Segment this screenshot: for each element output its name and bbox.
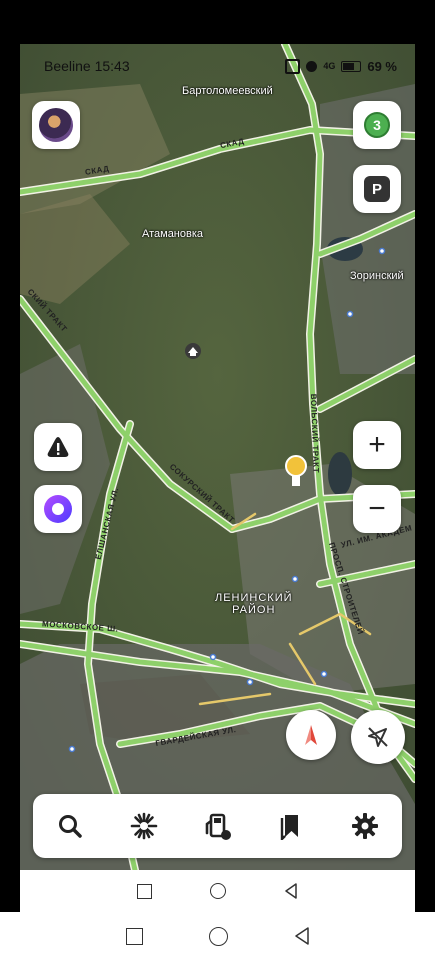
carrier-time: Beeline 15:43 (44, 58, 130, 74)
compass-button[interactable] (286, 710, 336, 760)
gas-stations-button[interactable] (195, 804, 239, 848)
profile-button[interactable] (32, 101, 80, 149)
my-location-button[interactable] (351, 710, 405, 764)
map-label-leninsky: ЛЕНИНСКИЙ РАЙОН (215, 592, 293, 616)
gas-station-icon (206, 813, 232, 840)
zoom-in-label: + (368, 428, 386, 461)
zoom-out-button[interactable]: − (353, 485, 401, 533)
settings-button[interactable] (343, 804, 387, 848)
discovery-button[interactable] (122, 804, 166, 848)
search-icon (58, 815, 82, 838)
back-icon[interactable] (284, 883, 298, 899)
traffic-button[interactable]: 3 (353, 101, 401, 149)
phone-screen: Бартоломеевский Атамановка Зоринский ЛЕН… (20, 44, 415, 912)
traffic-level-badge: 3 (364, 112, 390, 138)
settings-icon (352, 813, 379, 839)
nfc-icon (285, 58, 301, 74)
battery-icon (341, 60, 362, 72)
map-label-zorinsky: Зоринский (350, 270, 404, 282)
alice-assistant-button[interactable] (34, 485, 82, 533)
alarm-icon (306, 60, 318, 72)
bookmarks-button[interactable] (269, 804, 313, 848)
home-icon[interactable] (210, 883, 226, 899)
bottom-toolbar (33, 794, 402, 858)
battery-percent: 69 % (367, 58, 397, 74)
search-button[interactable] (48, 804, 92, 848)
compass-icon (305, 725, 317, 745)
alice-icon (44, 495, 72, 523)
map-label-atamanovka: Атамановка (142, 228, 204, 240)
network-label: 4G (323, 61, 336, 71)
discovery-icon (130, 812, 157, 840)
road-events-button[interactable] (34, 423, 82, 471)
zoom-out-label: − (368, 492, 386, 525)
recent-apps-icon[interactable] (125, 927, 143, 945)
back-icon[interactable] (294, 927, 310, 945)
traffic-level: 3 (373, 117, 381, 133)
location-arrow-off-icon (368, 727, 388, 747)
home-icon[interactable] (208, 926, 228, 946)
zoom-in-button[interactable]: + (353, 421, 401, 469)
bookmarks-icon (281, 815, 299, 840)
system-nav-bar-inner (20, 870, 415, 912)
parking-icon: P (364, 176, 390, 202)
system-nav-bar (0, 912, 435, 960)
status-bar: Beeline 15:43 4G 69 % (20, 44, 415, 88)
avatar (39, 108, 73, 142)
warning-icon (47, 437, 69, 457)
parking-button[interactable]: P (353, 165, 401, 213)
parking-label: P (371, 180, 382, 198)
recent-apps-icon[interactable] (137, 883, 152, 899)
